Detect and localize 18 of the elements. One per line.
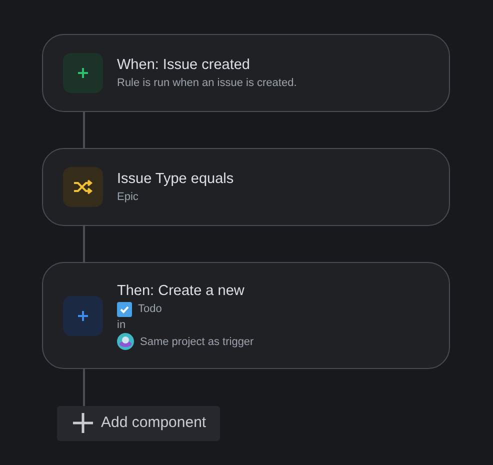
step-card[interactable]: Issue Type equals Epic [42, 148, 450, 226]
step-title: Issue Type equals [117, 170, 234, 189]
plus-icon [77, 67, 89, 79]
step-card[interactable]: Then: Create a new Todo in Same project as trigger [42, 262, 450, 369]
step-description: Epic [117, 190, 138, 205]
add-component-button[interactable]: Add component [57, 406, 220, 440]
project-avatar-icon [117, 333, 134, 350]
plus-icon [73, 413, 93, 434]
issue-type-label: Todo [138, 302, 162, 317]
shuffle-icon [73, 179, 93, 195]
project-label: Same project as trigger [140, 334, 254, 350]
step-title: Then: Create a new [117, 282, 246, 301]
connector-text: in [117, 318, 126, 333]
step-description: Rule is run when an issue is created. [117, 76, 297, 91]
step-card[interactable]: When: Issue created Rule is run when an issue is created. [42, 34, 450, 112]
step-title: When: Issue created [117, 56, 251, 75]
checkbox-icon [117, 302, 132, 316]
plus-icon [77, 310, 89, 322]
